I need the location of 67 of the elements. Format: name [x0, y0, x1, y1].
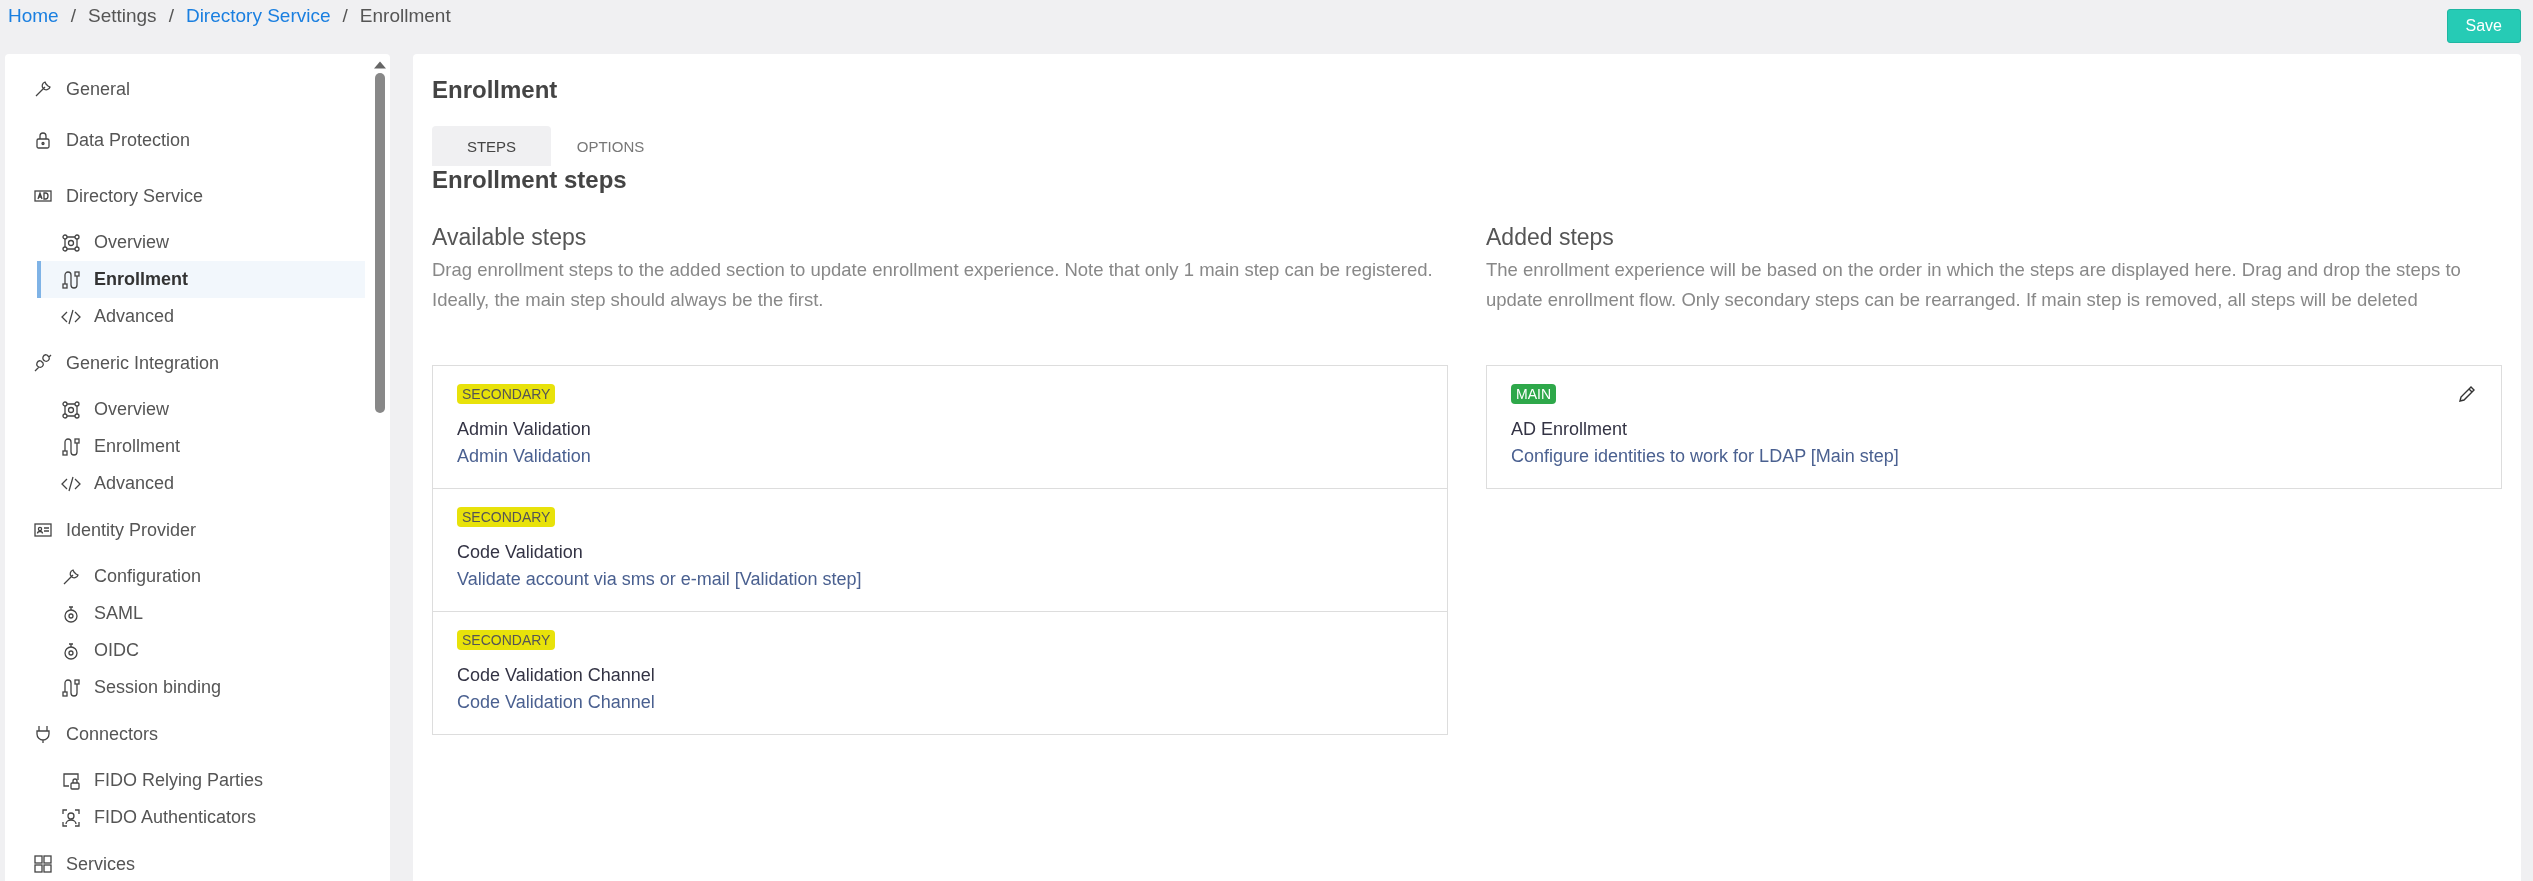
lock-icon [33, 130, 53, 150]
sidebar-item[interactable]: Enrollment [37, 428, 365, 465]
step-name: AD Enrollment [1511, 419, 1629, 440]
screen-lock-icon [61, 770, 81, 791]
nodes-icon [61, 232, 81, 253]
step-card[interactable]: MAIN AD Enrollment Configure identities to work for LDAP [Main step] [1487, 366, 2501, 488]
step-card[interactable]: SECONDARY Admin Validation Admin Validation [433, 366, 1447, 488]
sidebar-item[interactable]: FIDO Relying Parties [37, 762, 365, 799]
column-title: Added steps [1486, 224, 1615, 251]
sidebar-item[interactable]: Advanced [37, 298, 365, 335]
section-title: Enrollment steps [432, 166, 628, 194]
step-name: Admin Validation [457, 419, 592, 440]
column-description: Drag enrollment steps to the added section to update enrollment experience. Note that only 1 main step can be registered. Ideally, the main step should always be the first. [432, 258, 1434, 312]
step-tag: SECONDARY [457, 630, 556, 650]
nodes-icon [61, 399, 81, 420]
sidebar-item[interactable]: Advanced [37, 465, 365, 502]
id-card-icon [33, 520, 53, 540]
sidebar-item[interactable]: General [33, 66, 365, 112]
step-description: Configure identities to work for LDAP [Main step] [1511, 446, 1900, 467]
sidebar-item[interactable]: Identity Provider [33, 502, 365, 558]
step-name: Code Validation [457, 542, 584, 563]
breadcrumb-separator: / [70, 5, 76, 27]
sidebar-item[interactable]: Data Protection [33, 112, 365, 168]
sidebar-item[interactable]: Session binding [37, 669, 365, 706]
grid-icon [33, 854, 53, 874]
step-name: Code Validation Channel [457, 665, 656, 686]
column-description: The enrollment experience will be based on the order in which the steps are displayed here. Drag and drop the steps to update enrollment flow. Only secondary steps can be rearranged. If main step is removed, all steps will be deleted [1486, 258, 2462, 312]
step-description: Code Validation Channel [457, 692, 656, 713]
plug-icon [33, 724, 53, 744]
step-description: Admin Validation [457, 446, 592, 467]
step-tag: SECONDARY [457, 507, 556, 527]
step-card[interactable]: SECONDARY Code Validation Channel Code Validation Channel [433, 611, 1447, 734]
wrench-icon [33, 79, 53, 99]
step-tag: SECONDARY [457, 384, 556, 404]
sidebar-item[interactable]: Generic Integration [33, 335, 365, 391]
flow-icon [61, 677, 81, 698]
tab[interactable]: STEPS [432, 126, 551, 166]
sidebar-item[interactable]: Connectors [33, 706, 365, 762]
sidebar-item[interactable]: Services [33, 836, 365, 881]
sidebar-item[interactable]: Overview [37, 391, 365, 428]
flow-icon [61, 436, 81, 457]
breadcrumb-link[interactable]: Directory Service [185, 5, 331, 27]
breadcrumb-separator: / [168, 5, 174, 27]
sidebar-item[interactable]: Configuration [37, 558, 365, 595]
sidebar-item[interactable]: Enrollment [37, 261, 365, 298]
sidebar-item[interactable]: OIDC [37, 632, 365, 669]
sidebar-item[interactable]: Overview [37, 224, 365, 261]
sidebar-item[interactable]: Directory Service [33, 168, 365, 224]
breadcrumb-item: Settings [87, 5, 157, 27]
plug-icon [33, 353, 53, 373]
sidebar-item[interactable]: FIDO Authenticators [37, 799, 365, 836]
tab[interactable]: OPTIONS [551, 126, 670, 166]
sidebar-item[interactable]: SAML [37, 595, 365, 632]
face-scan-icon [61, 807, 81, 828]
breadcrumb-separator: / [342, 5, 348, 27]
target-icon [61, 640, 81, 661]
target-icon [61, 603, 81, 624]
flow-icon [61, 269, 81, 290]
breadcrumb-link[interactable]: Home [8, 5, 59, 27]
breadcrumb-item: Enrollment [359, 5, 451, 27]
step-card[interactable]: SECONDARY Code Validation Validate account via sms or e-mail [Validation step] [433, 488, 1447, 611]
step-tag: MAIN [1511, 384, 1556, 404]
scroll-up-icon[interactable] [374, 61, 386, 69]
edit-icon[interactable] [2457, 384, 2477, 404]
page-title: Enrollment [432, 76, 559, 104]
column-title: Available steps [432, 224, 588, 251]
step-description: Validate account via sms or e-mail [Validation step] [457, 569, 863, 590]
